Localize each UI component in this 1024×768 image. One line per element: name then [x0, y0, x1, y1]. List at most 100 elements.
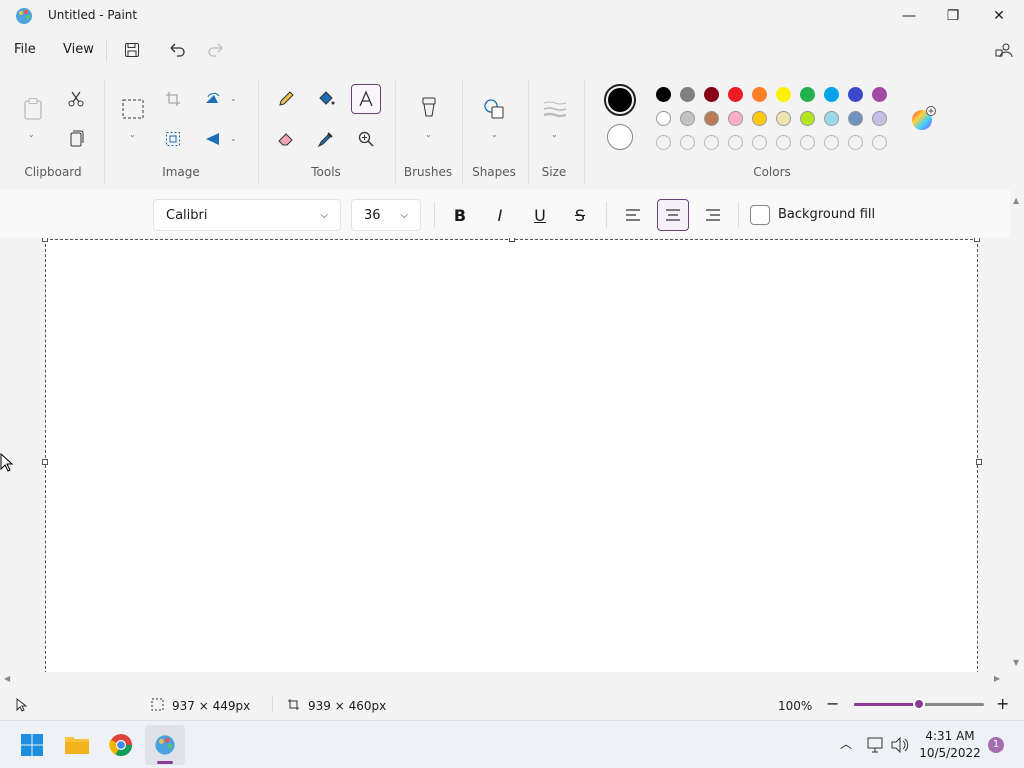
undo-button[interactable] — [163, 36, 191, 64]
copy-button[interactable] — [61, 124, 91, 154]
color-picker-tool[interactable] — [311, 124, 341, 154]
primary-color[interactable] — [604, 84, 636, 116]
color-swatch[interactable] — [656, 87, 671, 102]
color-swatch[interactable] — [752, 111, 767, 126]
vertical-scrollbar[interactable]: ▲ ▼ — [1010, 190, 1024, 672]
show-hidden-icons-button[interactable]: ︿ — [840, 735, 852, 752]
scroll-down-icon[interactable]: ▼ — [1013, 658, 1019, 667]
notification-badge[interactable]: 1 — [988, 737, 1004, 753]
crop-button[interactable] — [158, 84, 188, 114]
italic-button[interactable]: I — [484, 199, 516, 231]
select-chevron-icon[interactable]: ⌄ — [129, 130, 136, 139]
clock-time[interactable]: 4:31 AM — [922, 729, 978, 743]
size-chevron-icon[interactable]: ⌄ — [551, 130, 558, 139]
color-swatch[interactable] — [704, 87, 719, 102]
strikethrough-button[interactable]: S — [564, 199, 596, 231]
color-swatch[interactable] — [704, 111, 719, 126]
secondary-color[interactable] — [607, 124, 633, 150]
resize-handle[interactable] — [42, 459, 48, 465]
chrome-button[interactable] — [101, 725, 141, 765]
select-button[interactable] — [118, 94, 148, 124]
text-tool[interactable] — [351, 84, 381, 114]
font-size-dropdown[interactable]: 36 ⌵ — [351, 199, 421, 231]
custom-color-slot[interactable] — [800, 135, 815, 150]
color-swatch[interactable] — [752, 87, 767, 102]
shapes-button[interactable] — [479, 94, 509, 124]
zoom-slider-thumb[interactable] — [913, 698, 925, 710]
pencil-tool[interactable] — [271, 84, 301, 114]
zoom-in-button[interactable]: + — [996, 694, 1009, 713]
scroll-left-icon[interactable]: ◀ — [4, 674, 10, 683]
color-swatch[interactable] — [872, 87, 887, 102]
color-swatch[interactable] — [800, 111, 815, 126]
color-swatch[interactable] — [824, 111, 839, 126]
redo-button[interactable] — [202, 36, 230, 64]
paste-button[interactable] — [18, 94, 48, 124]
resize-button[interactable] — [158, 124, 188, 154]
rotate-button[interactable] — [198, 84, 228, 114]
align-left-button[interactable] — [617, 199, 649, 231]
volume-icon[interactable] — [891, 737, 909, 753]
clock-date[interactable]: 10/5/2022 — [918, 746, 982, 760]
fill-tool[interactable] — [311, 84, 341, 114]
account-button[interactable] — [990, 36, 1018, 64]
resize-handle[interactable] — [974, 238, 980, 242]
network-icon[interactable] — [866, 737, 884, 753]
color-swatch[interactable] — [656, 111, 671, 126]
font-family-dropdown[interactable]: Calibri ⌵ — [153, 199, 341, 231]
resize-handle[interactable] — [42, 238, 48, 242]
color-swatch[interactable] — [848, 111, 863, 126]
start-button[interactable] — [12, 725, 52, 765]
custom-color-slot[interactable] — [656, 135, 671, 150]
view-menu[interactable]: View — [63, 42, 94, 57]
minimize-button[interactable]: — — [886, 0, 932, 32]
custom-color-slot[interactable] — [776, 135, 791, 150]
edit-colors-button[interactable] — [910, 106, 936, 132]
custom-color-slot[interactable] — [752, 135, 767, 150]
color-swatch[interactable] — [848, 87, 863, 102]
rotate-chevron-icon[interactable]: ⌄ — [230, 94, 237, 103]
eraser-tool[interactable] — [271, 124, 301, 154]
color-swatch[interactable] — [728, 87, 743, 102]
flip-chevron-icon[interactable]: ⌄ — [230, 134, 237, 143]
custom-color-slot[interactable] — [680, 135, 695, 150]
close-button[interactable]: ✕ — [976, 0, 1022, 32]
background-fill-checkbox[interactable] — [750, 205, 770, 225]
scroll-right-icon[interactable]: ▶ — [994, 674, 1000, 683]
zoom-slider[interactable] — [854, 698, 984, 710]
align-right-button[interactable] — [697, 199, 729, 231]
color-swatch[interactable] — [800, 87, 815, 102]
brushes-chevron-icon[interactable]: ⌄ — [425, 130, 432, 139]
paint-taskbar-button[interactable] — [145, 725, 185, 765]
align-center-button[interactable] — [657, 199, 689, 231]
color-swatch[interactable] — [680, 87, 695, 102]
scroll-up-icon[interactable]: ▲ — [1013, 196, 1019, 205]
color-swatch[interactable] — [824, 87, 839, 102]
custom-color-slot[interactable] — [872, 135, 887, 150]
maximize-button[interactable]: ❐ — [930, 0, 976, 32]
brushes-button[interactable] — [414, 94, 444, 124]
resize-handle[interactable] — [976, 459, 982, 465]
resize-handle[interactable] — [509, 238, 515, 242]
color-swatch[interactable] — [872, 111, 887, 126]
save-button[interactable] — [118, 36, 146, 64]
zoom-out-button[interactable]: − — [826, 694, 839, 713]
custom-color-slot[interactable] — [824, 135, 839, 150]
bold-button[interactable]: B — [444, 199, 476, 231]
underline-button[interactable]: U — [524, 199, 556, 231]
shapes-chevron-icon[interactable]: ⌄ — [491, 130, 498, 139]
custom-color-slot[interactable] — [848, 135, 863, 150]
custom-color-slot[interactable] — [704, 135, 719, 150]
color-swatch[interactable] — [728, 111, 743, 126]
cut-button[interactable] — [61, 84, 91, 114]
text-box[interactable] — [45, 239, 978, 672]
magnifier-tool[interactable] — [351, 124, 381, 154]
size-button[interactable] — [540, 94, 570, 124]
color-swatch[interactable] — [776, 87, 791, 102]
horizontal-scrollbar[interactable]: ◀ ▶ — [0, 672, 1010, 688]
custom-color-slot[interactable] — [728, 135, 743, 150]
file-explorer-button[interactable] — [57, 725, 97, 765]
paste-chevron-icon[interactable]: ⌄ — [28, 130, 35, 139]
color-swatch[interactable] — [776, 111, 791, 126]
color-swatch[interactable] — [680, 111, 695, 126]
